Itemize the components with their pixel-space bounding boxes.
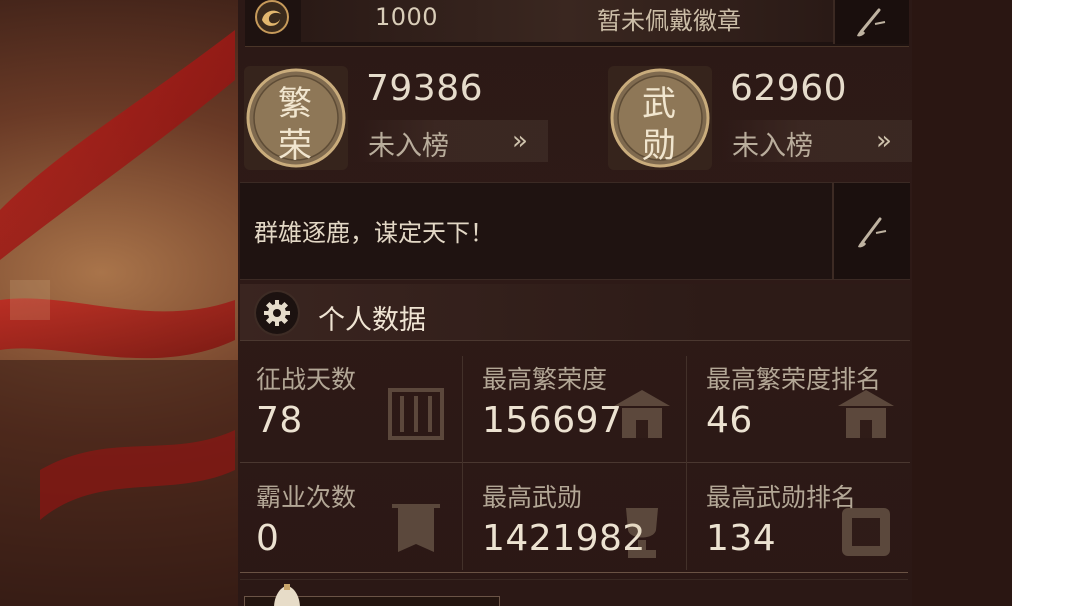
section-bottom-rule: [240, 572, 908, 580]
stat-label: 最高武勋: [482, 483, 583, 512]
chevron-right-icon[interactable]: »: [876, 126, 892, 156]
personal-stats-title: 个人数据: [318, 305, 426, 336]
brush-edit-icon: [857, 8, 886, 37]
stat-value: 46: [706, 400, 753, 441]
stat-value: 78: [256, 400, 303, 441]
merit-rank-entry[interactable]: 武 勋 62960 未入榜 »: [604, 64, 924, 176]
badge-points: 1000: [375, 3, 439, 31]
chevron-right-icon[interactable]: »: [512, 126, 528, 156]
stat-max-prosperity: 最高繁荣度 156697: [466, 352, 686, 460]
palace-art-icon: [838, 390, 894, 438]
stat-value: 0: [256, 518, 280, 559]
stat-max-merit: 最高武勋 1421982: [466, 470, 686, 578]
banner-art-icon: [392, 504, 440, 552]
stat-max-merit-rank: 最高武勋排名 134: [690, 470, 910, 578]
scroll-art-icon: [388, 388, 444, 440]
badge-edit-button[interactable]: [833, 0, 909, 44]
profile-panel: 1000 暂未佩戴徽章 繁 荣 79386 未入榜 » 武 勋 62960 未入…: [238, 0, 912, 606]
seal-art-icon: [842, 508, 890, 556]
stat-max-prosperity-rank: 最高繁荣度排名 46: [690, 352, 910, 460]
grid-divider: [462, 356, 463, 570]
stat-value: 134: [706, 518, 777, 559]
stat-label: 最高繁荣度: [482, 365, 608, 394]
merit-value: 62960: [730, 68, 848, 109]
gear-icon: [264, 300, 290, 326]
stat-label: 征战天数: [256, 365, 357, 394]
gear-icon-wrap: [256, 292, 298, 334]
badge-bar: 1000 暂未佩戴徽章: [245, 0, 909, 47]
prosperity-rank-entry[interactable]: 繁 荣 79386 未入榜 »: [240, 64, 560, 176]
stat-value: 156697: [482, 400, 623, 441]
profile-screen: 1000 暂未佩戴徽章 繁 荣 79386 未入榜 » 武 勋 62960 未入…: [0, 0, 1012, 606]
stat-hegemony-count: 霸业次数 0: [240, 470, 460, 578]
seal-char-bottom: 荣: [278, 126, 312, 166]
prosperity-value: 79386: [366, 68, 484, 109]
stat-label: 霸业次数: [256, 483, 357, 512]
grid-divider: [686, 356, 687, 570]
personal-stats-grid: 征战天数 78 最高繁荣度 156697 最高繁荣度排名 46 霸业次数 0 最…: [240, 352, 910, 576]
helmet-icon: [274, 584, 300, 606]
personal-stats-header: 个人数据: [240, 284, 910, 341]
merit-rank-status: 未入榜: [732, 131, 813, 162]
stat-campaign-days: 征战天数 78: [240, 352, 460, 460]
dragon-emblem-icon: [255, 0, 289, 34]
prosperity-rank-status: 未入榜: [368, 131, 449, 162]
trophy-art-icon: [626, 508, 658, 558]
palace-art-icon: [614, 390, 670, 438]
seal-char-bottom: 勋: [642, 126, 676, 166]
slogan-text: 群雄逐鹿，谋定天下！: [254, 219, 494, 247]
slogan-box: 群雄逐鹿，谋定天下！: [240, 182, 910, 280]
grid-divider: [240, 462, 910, 463]
badge-status: 暂未佩戴徽章: [597, 7, 741, 35]
slogan-edit-button[interactable]: [832, 183, 910, 279]
brush-edit-icon: [858, 217, 887, 248]
